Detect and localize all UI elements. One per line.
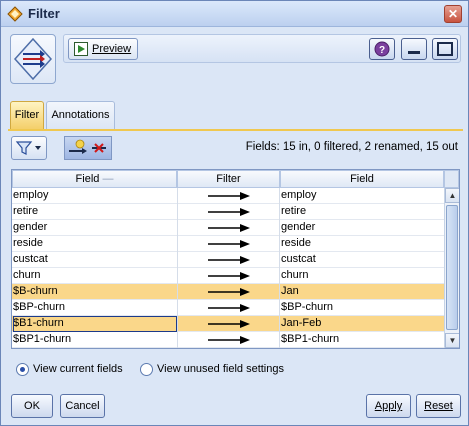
pass-through-arrow-icon[interactable] [208,192,250,200]
apply-button[interactable]: Apply [366,394,411,418]
output-field-cell[interactable]: custcat [280,252,444,268]
input-field-cell[interactable]: retire [13,204,177,220]
scroll-thumb[interactable] [446,205,458,330]
filter-funnel-icon [15,141,41,155]
pass-through-arrow-icon[interactable] [208,288,250,296]
close-button[interactable]: ✕ [444,5,462,23]
filter-toggle-cell[interactable] [177,300,280,316]
table-row[interactable]: custcat custcat [12,252,444,268]
pass-through-arrow-icon[interactable] [208,272,250,280]
view-unused-label: View unused field settings [157,363,284,375]
view-current-radio[interactable] [16,363,29,376]
pass-through-arrow-icon[interactable] [208,336,250,344]
filter-toggle-cell[interactable] [177,188,280,204]
input-field-cell[interactable]: reside [13,236,177,252]
scroll-down-icon[interactable]: ▼ [445,333,459,348]
pass-through-arrow-icon[interactable] [208,208,250,216]
node-icon-panel [10,34,56,84]
table-row[interactable]: employ employ [12,188,444,204]
fields-summary: Fields: 15 in, 0 filtered, 2 renamed, 15… [245,141,458,153]
filter-options-menu-button[interactable] [11,136,47,160]
scroll-up-icon[interactable]: ▲ [445,188,459,203]
minimize-icon [408,51,420,54]
output-field-cell[interactable]: gender [280,220,444,236]
tab-annotations[interactable]: Annotations [46,101,115,129]
filter-toggle-cell[interactable] [177,204,280,220]
preview-icon [74,42,88,56]
filter-toggle-cell[interactable] [177,220,280,236]
maximize-button[interactable] [432,38,458,60]
column-header-input-field[interactable]: Field — [12,170,177,188]
pass-through-arrow-icon[interactable] [208,256,250,264]
help-button[interactable]: ? [369,38,395,60]
input-field-cell[interactable]: $BP-churn [13,300,177,316]
table-header: Field — Filter Field [12,170,444,188]
filter-toggle-cell[interactable] [177,268,280,284]
output-field-cell[interactable]: reside [280,236,444,252]
table-row[interactable]: churn churn [12,268,444,284]
column-header-label: Field [75,173,100,185]
table-row[interactable]: $BP1-churn $BP1-churn [12,332,444,348]
input-field-cell[interactable]: $B1-churn [13,316,177,332]
field-table: Field — Filter Field employ employ retire r… [11,169,460,349]
tab-filter[interactable]: Filter [10,101,44,129]
output-field-cell[interactable]: Jan-Feb [280,316,444,332]
table-row[interactable]: $B1-churn Jan-Feb [12,316,444,332]
window-title: Filter [28,6,60,21]
pass-through-arrow-icon[interactable] [208,240,250,248]
table-row[interactable]: gender gender [12,220,444,236]
sort-indicator-icon: — [102,173,114,185]
reset-button[interactable]: Reset [416,394,461,418]
filter-toggle-cell[interactable] [177,236,280,252]
toggle-filter-button[interactable] [64,136,112,160]
output-field-cell[interactable]: Jan [280,284,444,300]
pass-through-arrow-icon[interactable] [208,224,250,232]
input-field-cell[interactable]: gender [13,220,177,236]
ok-button[interactable]: OK [11,394,53,418]
filter-node-icon [13,37,53,81]
output-field-cell[interactable]: employ [280,188,444,204]
input-field-cell[interactable]: employ [13,188,177,204]
output-field-cell[interactable]: $BP1-churn [280,332,444,348]
column-header-filter[interactable]: Filter [177,170,280,188]
view-current-label: View current fields [33,363,123,375]
filter-toggle-cell[interactable] [177,332,280,348]
cancel-button[interactable]: Cancel [60,394,105,418]
filter-dialog: Filter ✕ Preview ? Filter Annotations Fi… [0,0,469,426]
filter-toggle-cell[interactable] [177,316,280,332]
svg-text:?: ? [379,45,385,56]
output-field-cell[interactable]: retire [280,204,444,220]
filter-toggle-cell[interactable] [177,284,280,300]
maximize-icon [437,42,453,56]
help-icon: ? [374,41,390,57]
toolbar: Preview ? [63,34,461,63]
view-unused-radio[interactable] [140,363,153,376]
preview-label: Preview [92,43,132,55]
input-field-cell[interactable]: custcat [13,252,177,268]
output-field-cell[interactable]: $BP-churn [280,300,444,316]
table-row[interactable]: $BP-churn $BP-churn [12,300,444,316]
toggle-filter-icon [69,139,106,154]
table-row[interactable]: $B-churn Jan [12,284,444,300]
table-row[interactable]: reside reside [12,236,444,252]
filter-toggle-cell[interactable] [177,252,280,268]
pass-through-arrow-icon[interactable] [208,320,250,328]
pass-through-arrow-icon[interactable] [208,304,250,312]
title-bar: Filter ✕ [1,1,468,27]
input-field-cell[interactable]: $BP1-churn [13,332,177,348]
vertical-scrollbar[interactable]: ▲ ▼ [444,188,459,348]
table-row[interactable]: retire retire [12,204,444,220]
input-field-cell[interactable]: $B-churn [13,284,177,300]
header-corner [444,170,459,188]
column-header-output-field[interactable]: Field [280,170,444,188]
minimize-button[interactable] [401,38,427,60]
input-field-cell[interactable]: churn [13,268,177,284]
output-field-cell[interactable]: churn [280,268,444,284]
preview-button[interactable]: Preview [68,38,138,60]
filter-node-icon [7,6,23,22]
